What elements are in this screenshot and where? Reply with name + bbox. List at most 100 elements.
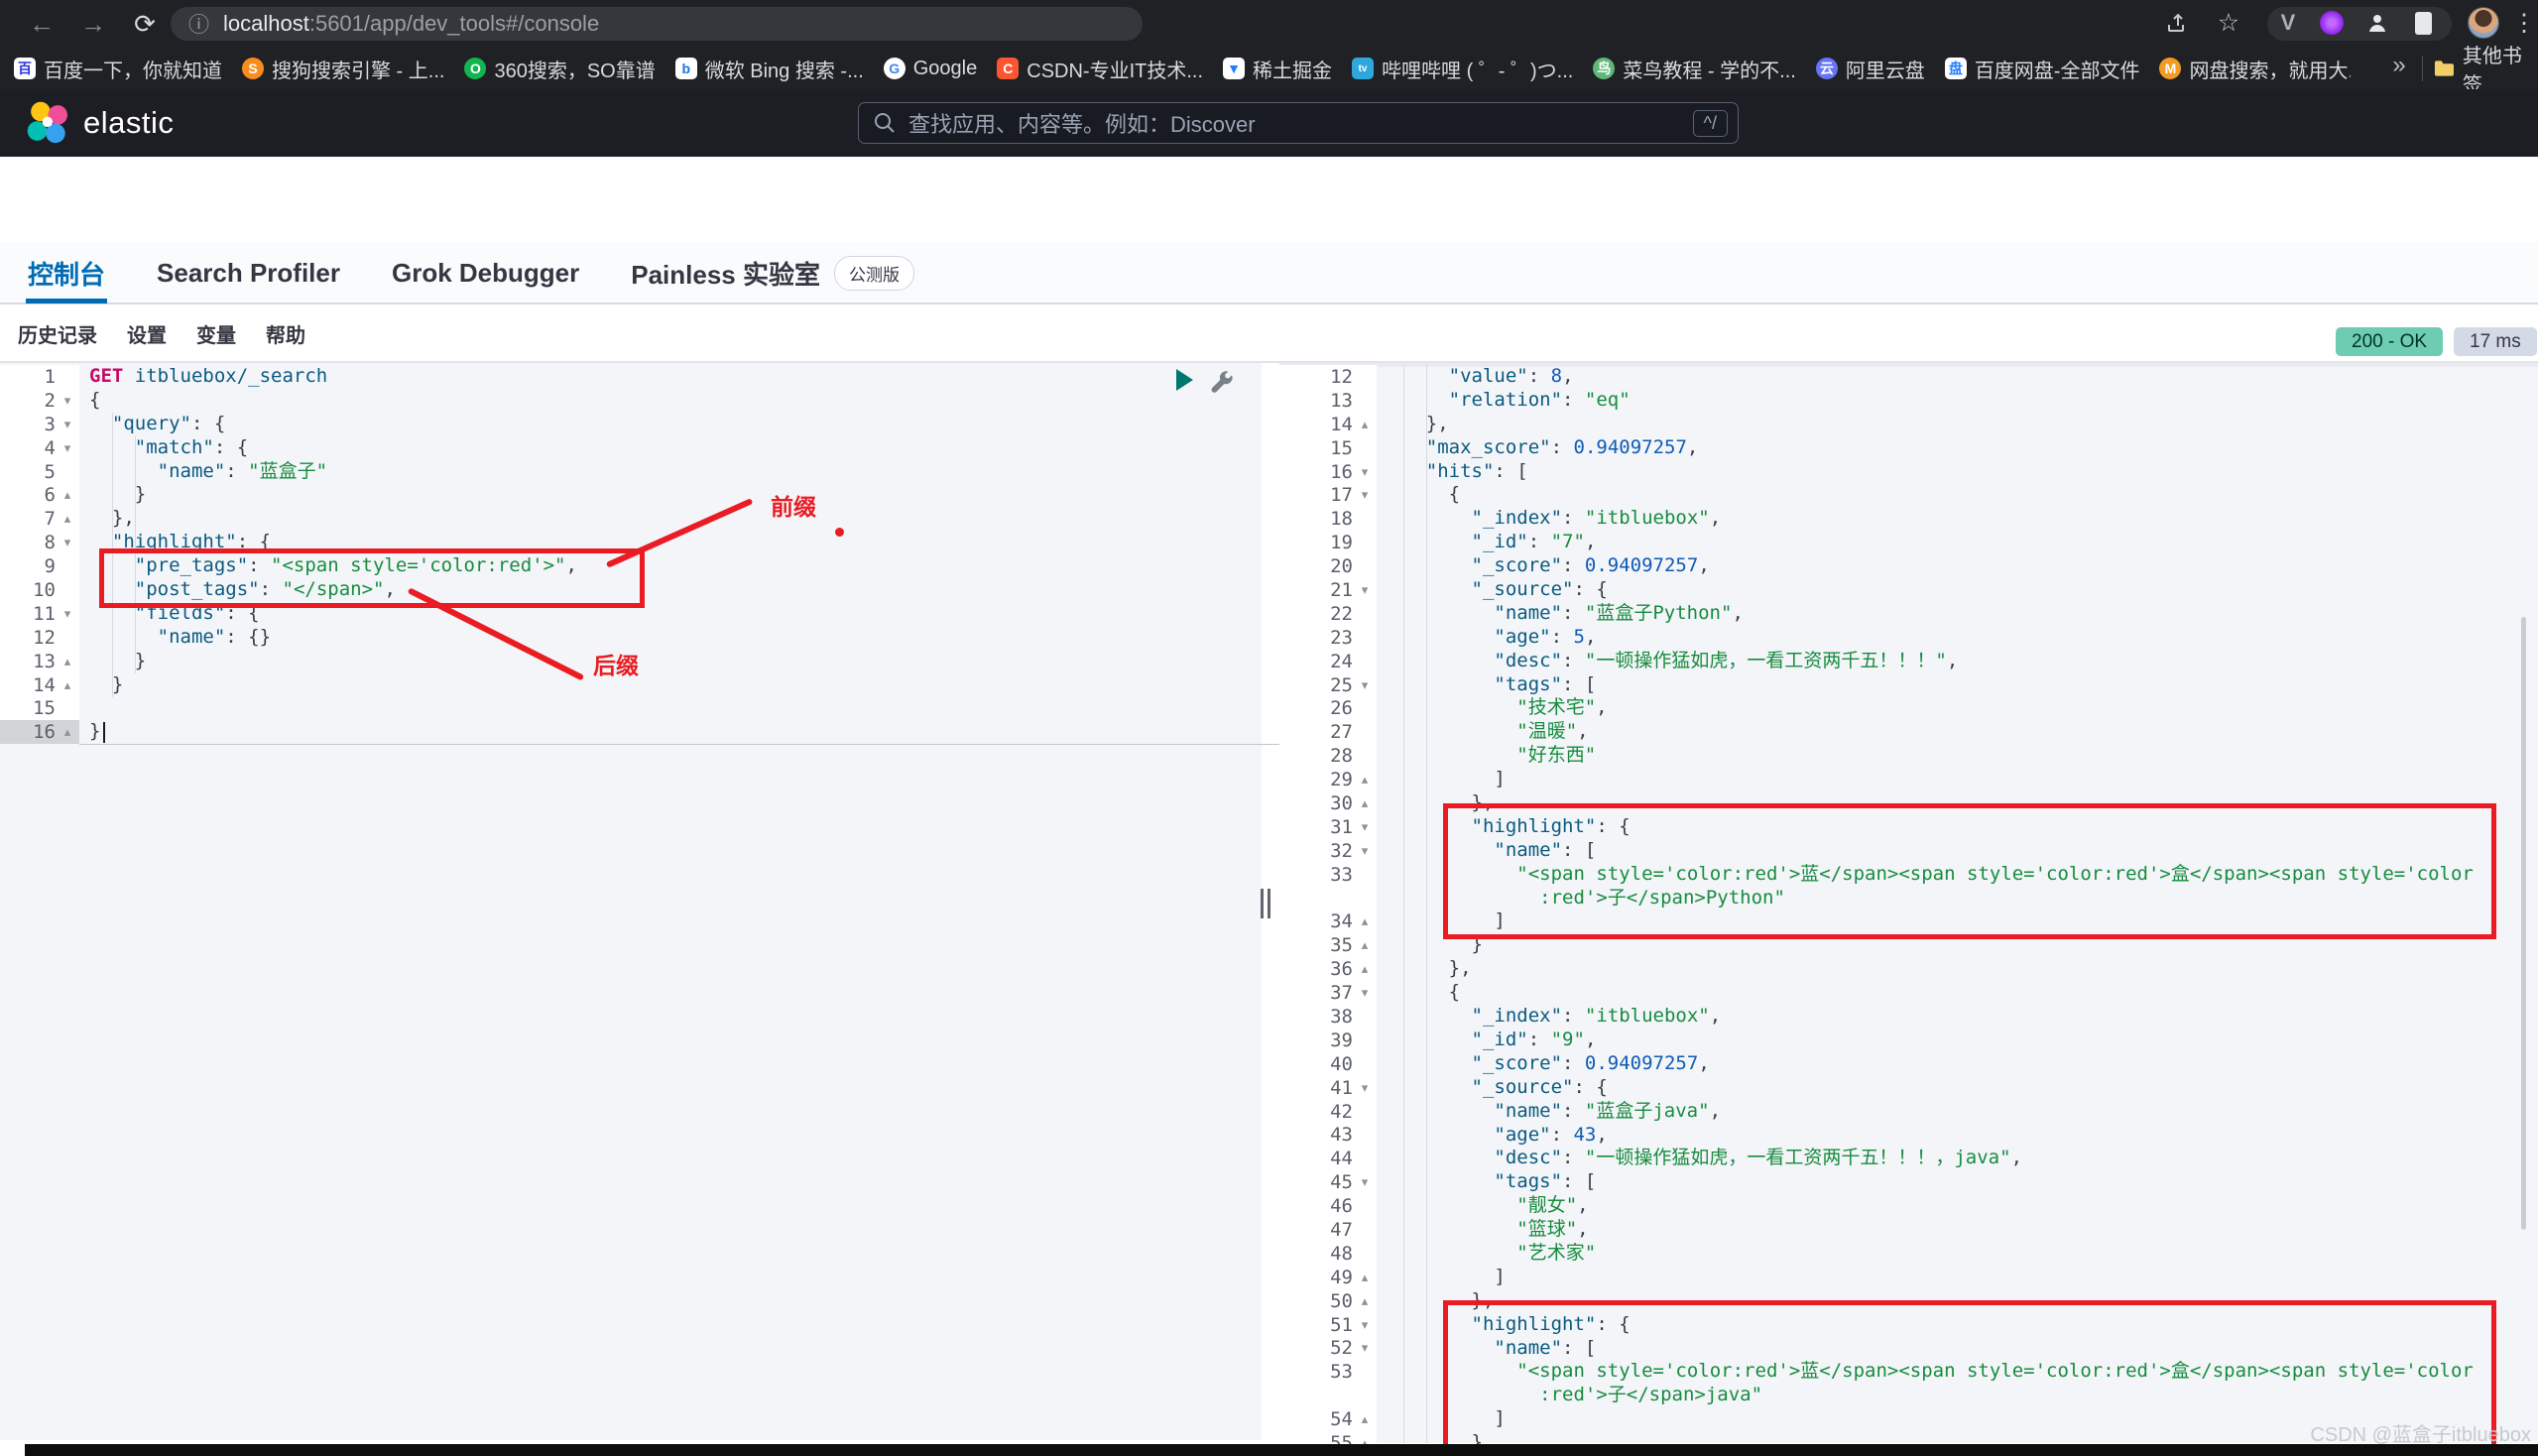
code-line[interactable]: "name": "蓝盒子" — [89, 460, 577, 484]
fold-toggle-icon[interactable]: ▴ — [56, 724, 79, 740]
code-line[interactable]: "tags": [ — [1381, 673, 2538, 697]
code-line[interactable]: "name": "蓝盒子java", — [1381, 1100, 2538, 1124]
code-line[interactable]: ] — [1381, 768, 2538, 791]
fold-toggle-icon[interactable]: ▾ — [1353, 677, 1377, 693]
code-line[interactable]: "技术宅", — [1381, 696, 2538, 720]
fold-toggle-icon[interactable]: ▾ — [1353, 582, 1377, 598]
code-line[interactable]: "age": 43, — [1381, 1124, 2538, 1148]
code-line[interactable]: "max_score": 0.94097257, — [1381, 436, 2538, 460]
bookmark-item[interactable]: CCSDN-专业IT技术... — [997, 55, 1203, 83]
back-icon[interactable]: ← — [24, 6, 60, 42]
code-line[interactable]: "query": { — [89, 413, 577, 436]
code-line[interactable]: "name": "蓝盒子Python", — [1381, 602, 2538, 626]
fold-toggle-icon[interactable]: ▾ — [1353, 985, 1377, 1001]
fold-toggle-icon[interactable]: ▾ — [1353, 487, 1377, 503]
response-scrollbar[interactable] — [2521, 617, 2526, 1230]
fold-toggle-icon[interactable]: ▴ — [56, 654, 79, 669]
forward-icon[interactable]: → — [75, 6, 111, 42]
fold-toggle-icon[interactable]: ▾ — [56, 393, 79, 409]
bookmark-item[interactable]: tv哔哩哔哩 ( ゜- ゜)つ... — [1352, 55, 1573, 83]
chrome-menu-icon[interactable]: ⋮ — [2509, 8, 2538, 38]
code-line[interactable]: }, — [1381, 957, 2538, 981]
console-link-变量[interactable]: 变量 — [196, 319, 236, 348]
console-link-设置[interactable]: 设置 — [127, 319, 167, 348]
fold-toggle-icon[interactable]: ▾ — [1353, 819, 1377, 835]
elastic-brand[interactable]: elastic — [26, 100, 174, 146]
pane-split-handle[interactable] — [1261, 889, 1274, 923]
code-line[interactable]: "_index": "itbluebox", — [1381, 507, 2538, 531]
code-line[interactable]: "艺术家" — [1381, 1242, 2538, 1266]
fold-toggle-icon[interactable]: ▴ — [1353, 1270, 1377, 1285]
console-link-帮助[interactable]: 帮助 — [266, 319, 305, 348]
fold-toggle-icon[interactable]: ▴ — [56, 487, 79, 503]
fold-toggle-icon[interactable]: ▴ — [1353, 417, 1377, 432]
code-line[interactable]: "desc": "一顿操作猛如虎，一看工资两千五！！！，java", — [1381, 1147, 2538, 1170]
bookmark-item[interactable]: b微软 Bing 搜索 -... — [675, 55, 864, 83]
fold-toggle-icon[interactable]: ▾ — [1353, 1317, 1377, 1333]
tab-grok-debugger[interactable]: Grok Debugger — [392, 242, 579, 303]
code-line[interactable] — [89, 696, 577, 720]
fold-toggle-icon[interactable]: ▾ — [56, 440, 79, 456]
tab-控制台[interactable]: 控制台 — [28, 242, 105, 303]
extension-card-icon[interactable] — [2408, 8, 2438, 38]
address-bar[interactable]: ⓘ localhost:5601/app/dev_tools#/console — [171, 7, 1143, 41]
code-line[interactable]: } — [89, 720, 577, 744]
code-line[interactable]: { — [1381, 981, 2538, 1005]
code-line[interactable]: "_source": { — [1381, 1076, 2538, 1100]
reload-icon[interactable]: ⟳ — [127, 6, 163, 42]
code-line[interactable]: } — [89, 483, 577, 507]
code-line[interactable]: "_source": { — [1381, 578, 2538, 602]
bookmark-item[interactable]: M网盘搜索，就用大... — [2159, 55, 2351, 83]
fold-toggle-icon[interactable]: ▴ — [56, 511, 79, 527]
fold-toggle-icon[interactable]: ▴ — [1353, 772, 1377, 788]
tab-search-profiler[interactable]: Search Profiler — [157, 242, 340, 303]
code-line[interactable]: { — [89, 389, 577, 413]
bookmark-item[interactable]: ▼稀土掘金 — [1223, 55, 1332, 83]
bookmark-item[interactable]: 盘百度网盘-全部文件 — [1945, 55, 2140, 83]
console-link-历史记录[interactable]: 历史记录 — [18, 319, 97, 348]
code-line[interactable]: "hits": [ — [1381, 460, 2538, 484]
bookmark-item[interactable]: 鸟菜鸟教程 - 学的不... — [1593, 55, 1795, 83]
code-line[interactable]: { — [1381, 483, 2538, 507]
fold-toggle-icon[interactable]: ▴ — [1353, 961, 1377, 977]
code-line[interactable]: "_id": "7", — [1381, 531, 2538, 554]
code-line[interactable]: "篮球", — [1381, 1218, 2538, 1242]
code-line[interactable]: } — [89, 673, 577, 697]
extension-purple-icon[interactable] — [2317, 8, 2347, 38]
code-line[interactable]: }, — [89, 507, 577, 531]
code-line[interactable]: }, — [1381, 413, 2538, 436]
bookmark-star-icon[interactable]: ☆ — [2214, 8, 2243, 38]
code-line[interactable]: "age": 5, — [1381, 626, 2538, 650]
profile-avatar[interactable] — [2468, 7, 2499, 39]
tab-painless-实验室[interactable]: Painless 实验室公测版 — [631, 242, 914, 303]
extension-v-icon[interactable]: V — [2273, 8, 2303, 38]
fold-toggle-icon[interactable]: ▾ — [56, 417, 79, 432]
fold-toggle-icon[interactable]: ▾ — [56, 606, 79, 622]
fold-toggle-icon[interactable]: ▾ — [1353, 1340, 1377, 1356]
fold-toggle-icon[interactable]: ▾ — [56, 535, 79, 550]
send-request-button[interactable] — [1176, 369, 1193, 391]
code-line[interactable]: "好东西" — [1381, 744, 2538, 768]
bookmarks-overflow-icon[interactable]: » — [2384, 52, 2414, 79]
code-line[interactable]: ] — [1381, 1266, 2538, 1289]
fold-toggle-icon[interactable]: ▴ — [1353, 913, 1377, 929]
fold-toggle-icon[interactable]: ▴ — [1353, 1411, 1377, 1427]
code-line[interactable]: "desc": "一顿操作猛如虎，一看工资两千五！！！", — [1381, 650, 2538, 673]
site-info-icon[interactable]: ⓘ — [188, 9, 209, 39]
bookmark-item[interactable]: GGoogle — [884, 58, 978, 80]
code-line[interactable]: "_id": "9", — [1381, 1029, 2538, 1052]
bookmark-item[interactable]: S搜狗搜索引擎 - 上... — [242, 55, 444, 83]
bookmark-item[interactable]: 百百度一下，你就知道 — [14, 55, 222, 83]
fold-toggle-icon[interactable]: ▾ — [1353, 1080, 1377, 1096]
fold-toggle-icon[interactable]: ▾ — [1353, 464, 1377, 480]
fold-toggle-icon[interactable]: ▾ — [1353, 843, 1377, 859]
code-line[interactable]: } — [89, 650, 577, 673]
bookmark-item[interactable]: 云阿里云盘 — [1816, 55, 1925, 83]
code-line[interactable]: "tags": [ — [1381, 1170, 2538, 1194]
bookmark-item[interactable]: O360搜索，SO靠谱 — [464, 55, 655, 83]
other-bookmarks-folder[interactable]: 其他书签 — [2434, 48, 2538, 89]
global-search-input[interactable]: 查找应用、内容等。例如：Discover ^/ — [858, 102, 1739, 144]
code-line[interactable]: "relation": "eq" — [1381, 389, 2538, 413]
code-line[interactable]: "_score": 0.94097257, — [1381, 1052, 2538, 1076]
code-line[interactable]: GET itbluebox/_search — [89, 365, 577, 389]
